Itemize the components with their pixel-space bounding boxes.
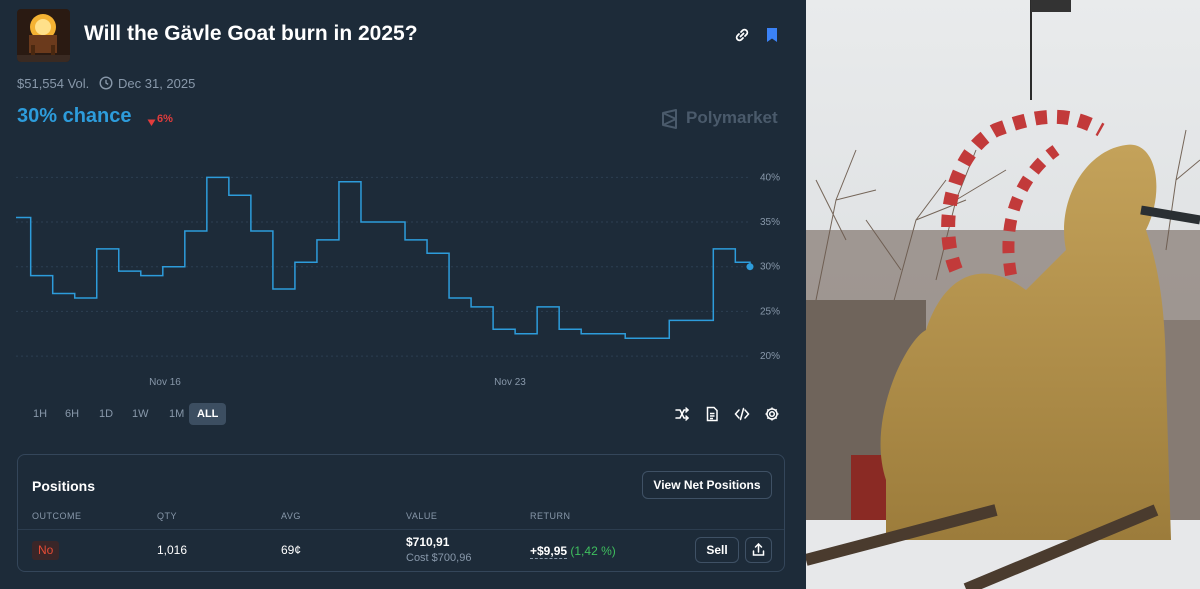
gear-icon[interactable] bbox=[764, 406, 780, 422]
return-percent: (1,42 %) bbox=[570, 544, 616, 558]
header-return: RETURN bbox=[530, 511, 571, 521]
y-tick-label: 20% bbox=[760, 351, 780, 362]
y-tick-label: 25% bbox=[760, 306, 780, 317]
chance-delta: 6% bbox=[157, 113, 173, 125]
return-cell: +$9,95 (1,42 %) bbox=[530, 544, 616, 559]
header-avg: AVG bbox=[281, 511, 301, 521]
y-tick-label: 30% bbox=[760, 262, 780, 273]
view-net-positions-button[interactable]: View Net Positions bbox=[642, 471, 772, 499]
range-1h[interactable]: 1H bbox=[25, 403, 55, 425]
bookmark-icon[interactable] bbox=[763, 26, 781, 44]
header-outcome: OUTCOME bbox=[32, 511, 82, 521]
code-icon[interactable] bbox=[734, 406, 750, 422]
x-tick-label: Nov 16 bbox=[149, 377, 181, 388]
current-price-dot bbox=[746, 263, 754, 271]
market-thumbnail bbox=[17, 9, 70, 62]
polymarket-brand: Polymarket bbox=[686, 108, 778, 127]
price-chart[interactable]: 20% 25% 30% 35% 40% Nov 16 Nov 23 bbox=[0, 150, 806, 395]
range-all[interactable]: ALL bbox=[189, 403, 227, 425]
share-button[interactable] bbox=[745, 537, 772, 563]
document-icon[interactable] bbox=[704, 406, 720, 422]
position-cost: Cost $700,96 bbox=[406, 552, 472, 564]
goat-photo bbox=[806, 0, 1200, 589]
header-qty: QTY bbox=[157, 511, 178, 521]
outcome-badge: No bbox=[32, 541, 60, 560]
table-divider bbox=[18, 529, 784, 530]
shuffle-icon[interactable] bbox=[674, 406, 690, 422]
range-1d[interactable]: 1D bbox=[91, 403, 121, 425]
range-1m[interactable]: 1M bbox=[161, 403, 192, 425]
avg-value: 69¢ bbox=[281, 543, 302, 557]
upload-icon bbox=[752, 542, 765, 556]
qty-value: 1,016 bbox=[157, 543, 188, 557]
sell-button[interactable]: Sell bbox=[695, 537, 739, 563]
position-value: $710,91 bbox=[406, 535, 450, 549]
market-panel: Will the Gävle Goat burn in 2025? $51,55… bbox=[0, 0, 806, 589]
polymarket-logo-icon bbox=[660, 109, 680, 134]
y-tick-label: 35% bbox=[760, 217, 780, 228]
header-value: VALUE bbox=[406, 511, 438, 521]
clock-icon bbox=[99, 76, 113, 90]
x-tick-label: Nov 23 bbox=[494, 377, 526, 388]
positions-title: Positions bbox=[32, 478, 96, 494]
end-date: Dec 31, 2025 bbox=[118, 76, 196, 91]
y-tick-label: 40% bbox=[760, 172, 780, 183]
return-amount[interactable]: +$9,95 bbox=[530, 544, 568, 559]
market-title: Will the Gävle Goat burn in 2025? bbox=[84, 22, 418, 45]
positions-card: Positions View Net Positions OUTCOME QTY… bbox=[17, 454, 785, 572]
price-line bbox=[16, 176, 751, 339]
link-icon[interactable] bbox=[733, 26, 751, 44]
range-6h[interactable]: 6H bbox=[57, 403, 87, 425]
chance-value: 30% chance bbox=[17, 105, 132, 127]
volume-label: $51,554 Vol. bbox=[17, 76, 90, 91]
down-arrow-icon bbox=[147, 114, 156, 132]
range-1w[interactable]: 1W bbox=[124, 403, 157, 425]
